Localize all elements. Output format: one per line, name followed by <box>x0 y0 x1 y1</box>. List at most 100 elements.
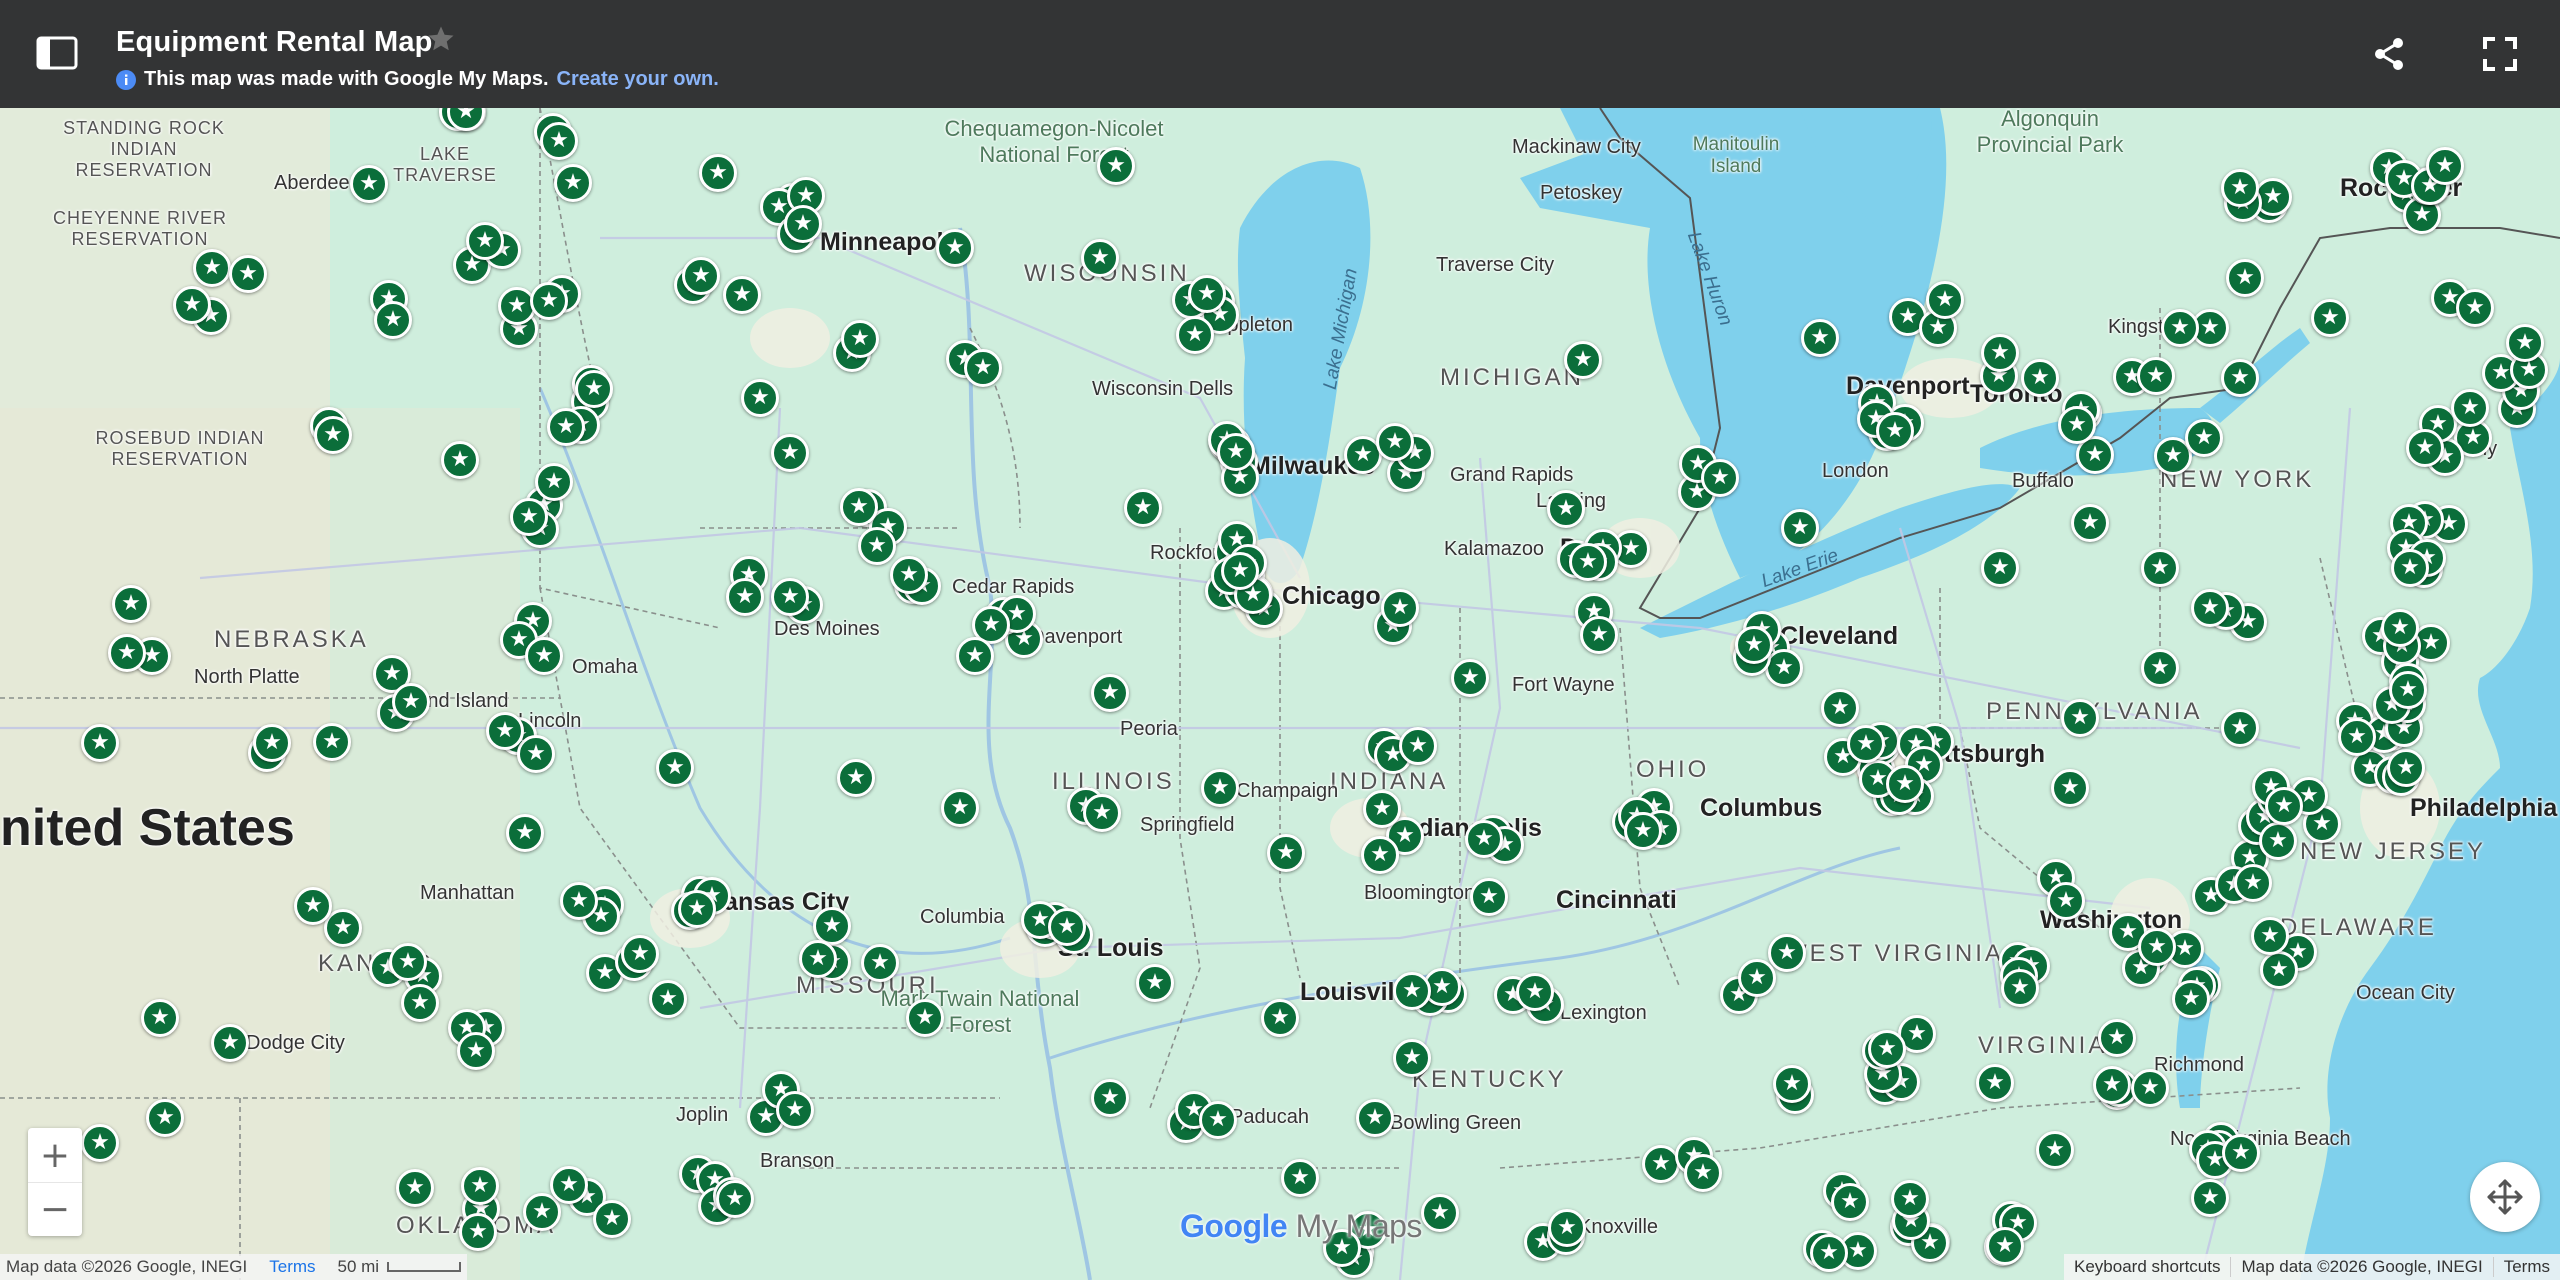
location-marker[interactable]: ★ <box>1399 727 1437 765</box>
location-marker[interactable]: ★ <box>2338 718 2376 756</box>
location-marker[interactable]: ★ <box>1886 765 1924 803</box>
location-marker[interactable]: ★ <box>466 222 504 260</box>
location-marker[interactable]: ★ <box>2036 1131 2074 1169</box>
location-marker[interactable]: ★ <box>1847 725 1885 763</box>
location-marker[interactable]: ★ <box>1363 790 1401 828</box>
location-marker[interactable]: ★ <box>2226 259 2264 297</box>
location-marker[interactable]: ★ <box>459 1213 497 1251</box>
location-marker[interactable]: ★ <box>1981 549 2019 587</box>
location-marker[interactable]: ★ <box>173 286 211 324</box>
location-marker[interactable]: ★ <box>550 1166 588 1204</box>
share-icon[interactable] <box>2372 36 2406 72</box>
location-marker[interactable]: ★ <box>392 683 430 721</box>
sidebar-toggle-icon[interactable] <box>36 36 78 70</box>
location-marker[interactable]: ★ <box>2221 709 2259 747</box>
location-marker[interactable]: ★ <box>1199 1101 1237 1139</box>
location-marker[interactable]: ★ <box>1781 509 1819 547</box>
location-marker[interactable]: ★ <box>936 229 974 267</box>
location-marker[interactable]: ★ <box>726 578 764 616</box>
location-marker[interactable]: ★ <box>461 1167 499 1205</box>
location-marker[interactable]: ★ <box>1356 1099 1394 1137</box>
location-marker[interactable]: ★ <box>1091 674 1129 712</box>
location-marker[interactable]: ★ <box>2093 1066 2131 1104</box>
location-marker[interactable]: ★ <box>2141 549 2179 587</box>
location-marker[interactable]: ★ <box>2191 1179 2229 1217</box>
location-marker[interactable]: ★ <box>530 282 568 320</box>
location-marker[interactable]: ★ <box>716 1180 754 1218</box>
location-marker[interactable]: ★ <box>799 940 837 978</box>
location-marker[interactable]: ★ <box>112 585 150 623</box>
location-marker[interactable]: ★ <box>1381 589 1419 627</box>
location-marker[interactable]: ★ <box>2137 357 2175 395</box>
location-marker[interactable]: ★ <box>1642 1145 1680 1183</box>
location-marker[interactable]: ★ <box>2071 504 2109 542</box>
location-marker[interactable]: ★ <box>1876 412 1914 450</box>
location-marker[interactable]: ★ <box>656 749 694 787</box>
location-marker[interactable]: ★ <box>457 1032 495 1070</box>
location-marker[interactable]: ★ <box>2047 882 2085 920</box>
location-marker[interactable]: ★ <box>776 1091 814 1129</box>
location-marker[interactable]: ★ <box>2451 389 2489 427</box>
location-marker[interactable]: ★ <box>2426 147 2464 185</box>
location-marker[interactable]: ★ <box>2406 429 2444 467</box>
location-marker[interactable]: ★ <box>1261 999 1299 1037</box>
location-marker[interactable]: ★ <box>81 1124 119 1162</box>
location-marker[interactable]: ★ <box>1470 878 1508 916</box>
location-marker[interactable]: ★ <box>1421 1194 1459 1232</box>
location-marker[interactable]: ★ <box>906 999 944 1037</box>
location-marker[interactable]: ★ <box>1986 1227 2024 1265</box>
location-marker[interactable]: ★ <box>837 759 875 797</box>
zoom-in-button[interactable]: + <box>28 1128 82 1183</box>
location-marker[interactable]: ★ <box>1393 972 1431 1010</box>
location-marker[interactable]: ★ <box>350 165 388 203</box>
location-marker[interactable]: ★ <box>1773 1065 1811 1103</box>
location-marker[interactable]: ★ <box>723 276 761 314</box>
location-marker[interactable]: ★ <box>1376 423 1414 461</box>
location-marker[interactable]: ★ <box>108 634 146 672</box>
location-marker[interactable]: ★ <box>1580 616 1618 654</box>
location-marker[interactable]: ★ <box>146 1099 184 1137</box>
location-marker[interactable]: ★ <box>1569 543 1607 581</box>
location-marker[interactable]: ★ <box>535 463 573 501</box>
location-marker[interactable]: ★ <box>741 379 779 417</box>
location-marker[interactable]: ★ <box>314 416 352 454</box>
location-marker[interactable]: ★ <box>401 984 439 1022</box>
location-marker[interactable]: ★ <box>517 735 555 773</box>
location-marker[interactable]: ★ <box>2265 787 2303 825</box>
location-marker[interactable]: ★ <box>699 154 737 192</box>
location-marker[interactable]: ★ <box>1176 316 1214 354</box>
location-marker[interactable]: ★ <box>560 882 598 920</box>
location-marker[interactable]: ★ <box>1267 834 1305 872</box>
location-marker[interactable]: ★ <box>2251 917 2289 955</box>
location-marker[interactable]: ★ <box>1564 341 1602 379</box>
location-marker[interactable]: ★ <box>890 556 928 594</box>
create-your-own-link[interactable]: Create your own. <box>557 68 719 91</box>
location-marker[interactable]: ★ <box>1981 334 2019 372</box>
location-marker[interactable]: ★ <box>1393 1039 1431 1077</box>
location-marker[interactable]: ★ <box>1821 689 1859 727</box>
location-marker[interactable]: ★ <box>2161 309 2199 347</box>
location-marker[interactable]: ★ <box>956 637 994 675</box>
location-marker[interactable]: ★ <box>840 488 878 526</box>
location-marker[interactable]: ★ <box>1684 1154 1722 1192</box>
location-marker[interactable]: ★ <box>1810 1234 1848 1272</box>
location-marker[interactable]: ★ <box>211 1024 249 1062</box>
location-marker[interactable]: ★ <box>2191 589 2229 627</box>
location-marker[interactable]: ★ <box>2260 951 2298 989</box>
fullscreen-icon[interactable] <box>2482 36 2518 72</box>
location-marker[interactable]: ★ <box>841 320 879 358</box>
location-marker[interactable]: ★ <box>2381 609 2419 647</box>
star-icon[interactable] <box>426 24 456 54</box>
map-canvas[interactable]: nited States WISCONSIN MICHIGAN NEBRASKA… <box>0 108 2560 1280</box>
zoom-out-button[interactable]: − <box>28 1182 82 1236</box>
location-marker[interactable]: ★ <box>593 1200 631 1238</box>
location-marker[interactable]: ★ <box>2058 406 2096 444</box>
location-marker[interactable]: ★ <box>1217 433 1255 471</box>
location-marker[interactable]: ★ <box>506 814 544 852</box>
location-marker[interactable]: ★ <box>2222 1134 2260 1172</box>
location-marker[interactable]: ★ <box>547 408 585 446</box>
location-marker[interactable]: ★ <box>1926 281 1964 319</box>
location-marker[interactable]: ★ <box>1451 659 1489 697</box>
location-marker[interactable]: ★ <box>2221 359 2259 397</box>
location-marker[interactable]: ★ <box>2021 359 2059 397</box>
